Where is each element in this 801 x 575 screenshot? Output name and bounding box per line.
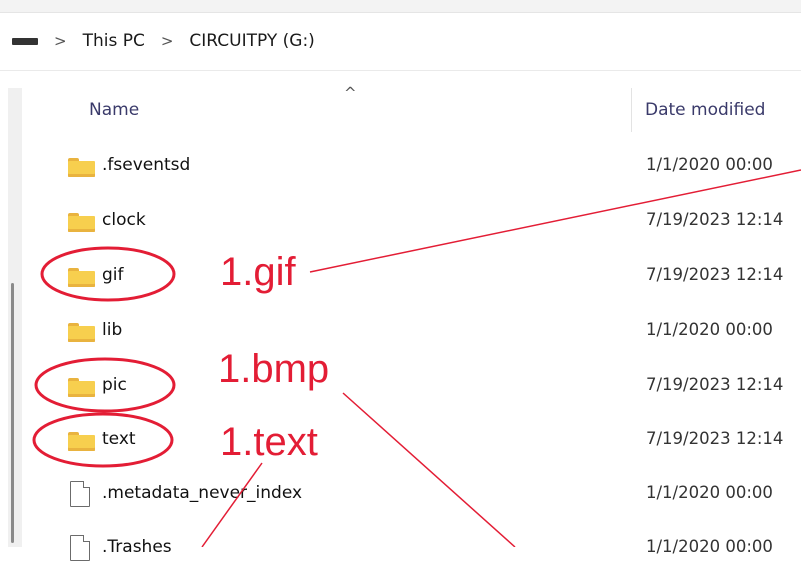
folder-icon bbox=[68, 432, 95, 451]
file-name[interactable]: .metadata_never_index bbox=[102, 483, 302, 503]
column-divider[interactable] bbox=[631, 88, 632, 132]
file-name[interactable]: lib bbox=[102, 320, 122, 340]
folder-icon bbox=[68, 213, 95, 232]
file-row-clock[interactable]: clock 7/19/2023 12:14 bbox=[30, 194, 801, 248]
file-date: 7/19/2023 12:14 bbox=[646, 210, 784, 229]
file-name[interactable]: .fseventsd bbox=[102, 155, 190, 175]
column-header-date-modified[interactable]: Date modified bbox=[645, 100, 765, 120]
drive-icon[interactable] bbox=[12, 37, 38, 45]
folder-icon bbox=[68, 268, 95, 287]
file-name[interactable]: pic bbox=[102, 375, 127, 395]
file-name[interactable]: clock bbox=[102, 210, 146, 230]
file-icon bbox=[70, 535, 90, 561]
file-date: 1/1/2020 00:00 bbox=[646, 155, 773, 174]
file-row-trashes[interactable]: .Trashes 1/1/2020 00:00 bbox=[30, 521, 801, 575]
file-row-text[interactable]: text 7/19/2023 12:14 bbox=[30, 413, 801, 467]
folder-icon bbox=[68, 158, 95, 177]
file-name[interactable]: gif bbox=[102, 265, 124, 285]
folder-icon bbox=[68, 323, 95, 342]
file-row-fseventsd[interactable]: .fseventsd 1/1/2020 00:00 bbox=[30, 139, 801, 193]
chevron-right-icon[interactable]: > bbox=[161, 32, 174, 50]
breadcrumb: > This PC > CIRCUITPY (G:) bbox=[0, 18, 801, 64]
column-header-row: ^ Name Date modified bbox=[30, 84, 801, 134]
file-date: 1/1/2020 00:00 bbox=[646, 483, 773, 502]
file-row-metadata-never-index[interactable]: .metadata_never_index 1/1/2020 00:00 bbox=[30, 467, 801, 521]
annotation-gif: 1.gif bbox=[220, 250, 296, 294]
file-icon bbox=[70, 481, 90, 507]
sort-ascending-icon[interactable]: ^ bbox=[344, 84, 357, 102]
folder-icon bbox=[68, 378, 95, 397]
window-top-strip bbox=[0, 0, 801, 13]
file-name[interactable]: text bbox=[102, 429, 136, 449]
file-row-pic[interactable]: pic 7/19/2023 12:14 bbox=[30, 359, 801, 413]
annotation-bmp: 1.bmp bbox=[218, 347, 330, 391]
breadcrumb-this-pc[interactable]: This PC bbox=[83, 31, 145, 51]
breadcrumb-circuitpy[interactable]: CIRCUITPY (G:) bbox=[189, 31, 314, 51]
file-date: 7/19/2023 12:14 bbox=[646, 429, 784, 448]
file-row-lib[interactable]: lib 1/1/2020 00:00 bbox=[30, 304, 801, 358]
file-date: 7/19/2023 12:14 bbox=[646, 375, 784, 394]
scrollbar-thumb[interactable] bbox=[11, 283, 14, 543]
chevron-right-icon[interactable]: > bbox=[54, 32, 67, 50]
file-date: 1/1/2020 00:00 bbox=[646, 320, 773, 339]
annotation-text: 1.text bbox=[220, 420, 318, 464]
toolbar-divider bbox=[0, 70, 801, 71]
file-date: 7/19/2023 12:14 bbox=[646, 265, 784, 284]
file-row-gif[interactable]: gif 7/19/2023 12:14 bbox=[30, 249, 801, 303]
file-name[interactable]: .Trashes bbox=[102, 537, 172, 557]
column-header-name[interactable]: Name bbox=[89, 100, 139, 120]
